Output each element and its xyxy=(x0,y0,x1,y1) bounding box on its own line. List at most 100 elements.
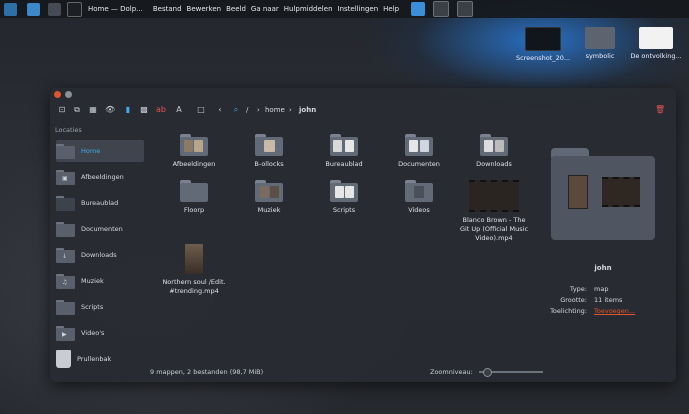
zoom-label: Zoomniveau: xyxy=(430,368,473,376)
back-icon[interactable]: ‹ xyxy=(215,105,225,115)
info-size-label: Grootte: xyxy=(560,296,587,304)
file-item-downloads[interactable]: Downloads xyxy=(459,134,529,169)
breadcrumb-home[interactable]: home xyxy=(265,106,285,114)
video-thumbnail-icon xyxy=(602,177,640,207)
desktop-icon-label: symbolic xyxy=(585,52,615,60)
file-item-b-ollocks[interactable]: B-ollocks xyxy=(234,134,304,169)
menu-ga-naar[interactable]: Ga naar xyxy=(251,5,279,13)
file-item-documenten[interactable]: Documenten xyxy=(384,134,454,169)
sidebar-item-home[interactable]: Home xyxy=(56,140,144,162)
zoom-slider[interactable] xyxy=(478,368,543,377)
breadcrumb-separator: › xyxy=(289,106,292,114)
font-icon[interactable]: A xyxy=(174,105,184,115)
file-item-blanco-brown-video[interactable]: Blanco Brown - The Git Up (Official Musi… xyxy=(459,180,529,242)
file-item-floorp[interactable]: Floorp xyxy=(159,180,229,215)
file-item-label: Blanco Brown - The Git Up (Official Musi… xyxy=(459,216,529,242)
file-item-bureaublad[interactable]: Bureaublad xyxy=(309,134,379,169)
desktop-icon-label: De ontvolking... xyxy=(630,52,682,60)
menu-hulpmiddelen[interactable]: Hulpmiddelen xyxy=(284,5,333,13)
info-name: john xyxy=(594,264,612,272)
qr-icon[interactable]: ▩ xyxy=(139,105,149,115)
sidebar-item-scripts[interactable]: Scripts xyxy=(56,296,144,318)
menu-help[interactable]: Help xyxy=(383,5,399,13)
info-comment-label: Toelichting: xyxy=(550,307,587,315)
sidebar-item-videos[interactable]: ▶ Video's xyxy=(56,322,144,344)
menu-bestand[interactable]: Bestand xyxy=(153,5,182,13)
bookmark-icon[interactable]: ▮ xyxy=(123,105,133,115)
tray-window2-icon[interactable] xyxy=(457,1,474,17)
file-item-muziek[interactable]: Muziek xyxy=(234,180,304,215)
file-item-label: Afbeeldingen xyxy=(172,160,216,168)
breadcrumb-root[interactable]: / xyxy=(246,106,248,114)
sidebar-item-label: Muziek xyxy=(81,277,104,285)
tray-window-icon[interactable] xyxy=(433,1,450,17)
file-item-afbeeldingen[interactable]: Afbeeldingen xyxy=(159,134,229,169)
rename-icon[interactable]: ab xyxy=(156,105,166,115)
video-folder-icon: ▶ xyxy=(56,325,75,341)
global-menu: Bestand Bewerken Beeld Ga naar Hulpmidde… xyxy=(153,5,399,13)
sidebar-item-prullenbak[interactable]: Prullenbak xyxy=(56,348,144,370)
file-item-label: Scripts xyxy=(332,206,356,214)
status-summary: 9 mappen, 2 bestanden (98,7 MiB) xyxy=(150,368,264,376)
video-thumbnail-icon xyxy=(568,175,588,209)
close-window-button[interactable] xyxy=(54,91,61,98)
sidebar-item-label: Video's xyxy=(81,329,105,337)
sidebar-item-afbeeldingen[interactable]: ▣ Afbeeldingen xyxy=(56,166,144,188)
desktop-icon-document[interactable]: De ontvolking... xyxy=(621,27,689,60)
file-item-label: Muziek xyxy=(257,206,281,214)
new-file-icon[interactable]: □ xyxy=(196,105,206,115)
preview-icon[interactable]: 👁 xyxy=(105,105,115,115)
video-folder-icon xyxy=(405,180,433,202)
zoom-control: Zoomniveau: xyxy=(430,368,543,377)
folder-icon xyxy=(585,27,615,49)
zoom-slider-handle[interactable] xyxy=(482,368,492,377)
video-thumbnail-icon xyxy=(469,180,519,212)
documents-folder-icon xyxy=(56,221,75,237)
home-folder-icon xyxy=(56,143,75,159)
dolphin-window: ⊡ ⧉ ▦ 👁 ▮ ▩ ab A □ ‹ ⌕ / › home › john 🗑… xyxy=(50,88,676,382)
file-item-label: Downloads xyxy=(476,160,512,168)
desktop-folder-icon xyxy=(330,134,358,156)
minimize-window-button[interactable] xyxy=(65,91,72,98)
breadcrumb-john[interactable]: john xyxy=(299,106,316,114)
folder-icon xyxy=(180,180,208,202)
file-item-scripts[interactable]: Scripts xyxy=(309,180,379,215)
tray-app-icon[interactable] xyxy=(411,2,426,16)
sidebar-item-label: Afbeeldingen xyxy=(81,173,124,181)
top-panel: Home — Dolp... Bestand Bewerken Beeld Ga… xyxy=(0,0,689,18)
sidebar-item-label: Downloads xyxy=(81,251,117,259)
menu-instellingen[interactable]: Instellingen xyxy=(338,5,379,13)
sidebar-item-bureaublad[interactable]: Bureaublad xyxy=(56,192,144,214)
active-window-title[interactable]: Home — Dolp... xyxy=(88,5,143,13)
scripts-folder-icon xyxy=(330,180,358,202)
search-icon[interactable]: ⌕ xyxy=(231,105,241,115)
menu-beeld[interactable]: Beeld xyxy=(226,5,246,13)
file-item-label: Northern soul /Edit. #trending.mp4 xyxy=(162,278,226,295)
music-task-icon[interactable] xyxy=(48,2,61,16)
details-icon[interactable]: ▦ xyxy=(88,105,98,115)
trash-delete-icon[interactable]: 🗑 xyxy=(655,105,665,115)
sidebar-item-muziek[interactable]: ♫ Muziek xyxy=(56,270,144,292)
terminal-task-icon[interactable] xyxy=(67,1,82,17)
title-bar xyxy=(50,88,676,100)
folder-icon xyxy=(255,134,283,156)
dolphin-task-icon[interactable] xyxy=(27,2,40,16)
sidebar-section-label: Locaties xyxy=(55,126,82,134)
image-folder-icon xyxy=(180,134,208,156)
info-comment-link[interactable]: Toevoegen... xyxy=(594,307,635,315)
split-view-icon[interactable]: ⊡ xyxy=(57,105,67,115)
app-launcher-icon[interactable] xyxy=(4,2,17,16)
menu-bewerken[interactable]: Bewerken xyxy=(187,5,222,13)
music-folder-icon xyxy=(255,180,283,202)
file-item-label: B-ollocks xyxy=(254,160,284,168)
video-thumbnail-icon xyxy=(185,244,203,274)
sidebar-item-downloads[interactable]: ↓ Downloads xyxy=(56,244,144,266)
view-mode-icon[interactable]: ⧉ xyxy=(72,105,82,115)
sidebar-item-label: Prullenbak xyxy=(77,355,112,363)
documents-folder-icon xyxy=(405,134,433,156)
file-item-northern-soul-video[interactable]: Northern soul /Edit. #trending.mp4 xyxy=(159,244,229,296)
file-item-videos[interactable]: Videos xyxy=(384,180,454,215)
information-panel: john Type: map Grootte: 11 items Toelich… xyxy=(548,144,676,382)
breadcrumb-separator: › xyxy=(257,106,260,114)
sidebar-item-documenten[interactable]: Documenten xyxy=(56,218,144,240)
